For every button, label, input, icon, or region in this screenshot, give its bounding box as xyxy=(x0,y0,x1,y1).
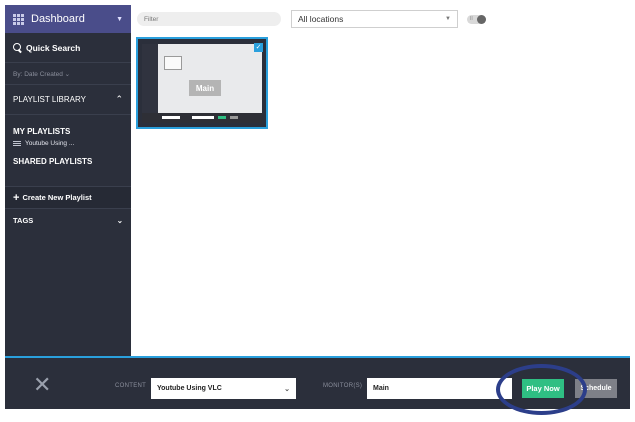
caret-down-icon: ▼ xyxy=(116,15,123,23)
toggle-knob xyxy=(477,15,486,24)
caret-down-icon: ▼ xyxy=(445,16,451,22)
dashboard-grid-icon xyxy=(13,13,25,25)
checkbox-icon[interactable]: ✓ xyxy=(254,43,263,52)
close-icon[interactable]: ✕ xyxy=(33,374,51,396)
content-label: CONTENT xyxy=(115,383,147,389)
create-playlist-button[interactable]: + Create New Playlist xyxy=(5,187,131,209)
quick-search[interactable]: Quick Search xyxy=(5,33,131,63)
create-playlist-label: Create New Playlist xyxy=(22,193,92,202)
schedule-button[interactable]: Schedule xyxy=(575,379,617,398)
chevron-down-icon: ⌄ xyxy=(116,215,123,225)
toggle-text: II xyxy=(470,16,473,22)
chevron-down-icon: ⌄ xyxy=(284,385,290,393)
quick-search-label: Quick Search xyxy=(26,42,81,53)
search-icon xyxy=(13,43,22,52)
playlist-item-label: Youtube Using ... xyxy=(25,140,75,147)
playlist-library-header[interactable]: PLAYLIST LIBRARY ⌃ xyxy=(5,85,131,115)
thumbnail-preview: Main xyxy=(142,44,262,123)
bottom-bar: ✕ CONTENT Youtube Using VLC ⌄ MONITOR(S)… xyxy=(5,356,630,409)
chevron-up-icon: ⌃ xyxy=(115,94,123,104)
list-icon xyxy=(13,141,21,146)
playlist-item[interactable]: Youtube Using ... xyxy=(5,136,131,147)
sort-label: By: Date Created ⌄ xyxy=(13,70,71,78)
monitors-field[interactable]: Main xyxy=(367,378,512,399)
monitors-value: Main xyxy=(373,385,389,392)
thumbnail-sidebar xyxy=(142,44,158,123)
sort-selector[interactable]: By: Date Created ⌄ xyxy=(5,63,131,85)
monitors-label: MONITOR(S) xyxy=(323,383,363,389)
filter-input[interactable] xyxy=(137,12,281,26)
view-toggle[interactable]: II xyxy=(467,15,486,24)
dashboard-menu[interactable]: Dashboard ▼ xyxy=(5,5,131,33)
thumbnail-monitor-label: Main xyxy=(189,80,221,96)
sidebar: Dashboard ▼ Quick Search By: Date Create… xyxy=(5,5,131,357)
play-now-button[interactable]: Play Now xyxy=(522,379,564,398)
playlist-library-label: PLAYLIST LIBRARY xyxy=(13,95,86,104)
tags-header[interactable]: TAGS ⌄ xyxy=(5,209,131,231)
dashboard-label: Dashboard xyxy=(31,13,85,25)
content-value: Youtube Using VLC xyxy=(157,385,222,392)
location-value: All locations xyxy=(298,14,344,24)
plus-icon: + xyxy=(13,191,20,204)
tags-label: TAGS xyxy=(13,215,34,225)
my-playlists-heading: MY PLAYLISTS xyxy=(13,127,71,136)
thumbnail-selection xyxy=(164,56,182,70)
location-select[interactable]: All locations ▼ xyxy=(291,10,458,28)
thumbnail-bottom-bar xyxy=(142,113,262,123)
monitor-thumbnail[interactable]: Main ✓ xyxy=(136,37,268,129)
shared-playlists-heading: SHARED PLAYLISTS xyxy=(5,157,131,187)
content-select[interactable]: Youtube Using VLC ⌄ xyxy=(151,378,296,399)
